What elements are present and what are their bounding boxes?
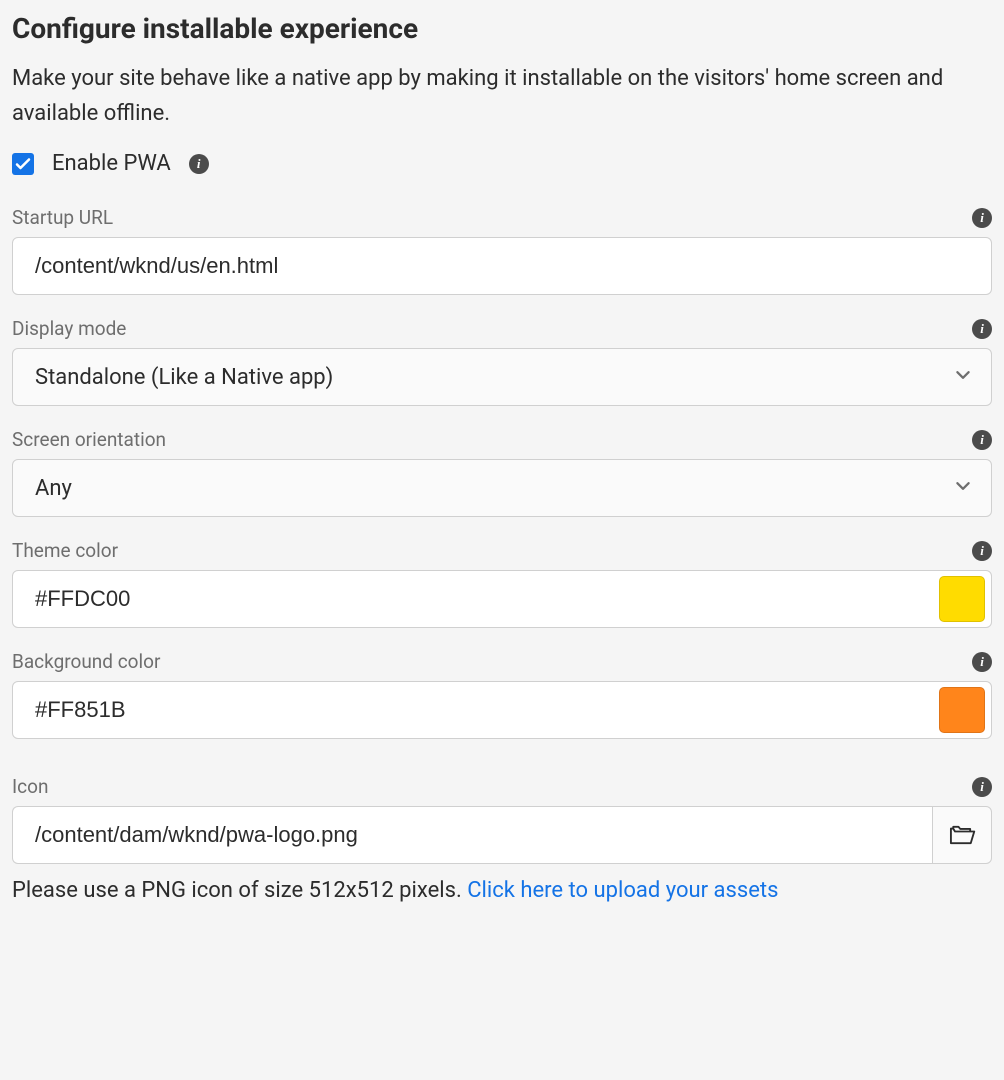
theme-color-swatch[interactable] <box>939 576 985 622</box>
icon-path-input[interactable] <box>12 806 932 864</box>
check-icon <box>15 156 31 172</box>
info-icon[interactable]: i <box>972 319 992 339</box>
screen-orientation-select[interactable]: Any <box>12 459 992 517</box>
background-color-swatch[interactable] <box>939 687 985 733</box>
background-color-field: Background color i <box>12 650 992 739</box>
display-mode-label: Display mode <box>12 317 126 340</box>
background-color-label: Background color <box>12 650 160 673</box>
icon-hint: Please use a PNG icon of size 512x512 pi… <box>12 878 992 903</box>
display-mode-select[interactable]: Standalone (Like a Native app) <box>12 348 992 406</box>
startup-url-label: Startup URL <box>12 206 113 229</box>
info-icon[interactable]: i <box>972 208 992 228</box>
icon-label: Icon <box>12 775 48 798</box>
screen-orientation-field: Screen orientation i Any <box>12 428 992 517</box>
theme-color-input[interactable] <box>35 586 939 612</box>
theme-color-label: Theme color <box>12 539 118 562</box>
icon-field: Icon i Please use a PNG icon of size 512… <box>12 775 992 903</box>
background-color-input[interactable] <box>35 697 939 723</box>
info-icon[interactable]: i <box>189 154 209 174</box>
enable-pwa-label: Enable PWA <box>52 151 171 176</box>
theme-color-field: Theme color i <box>12 539 992 628</box>
startup-url-field: Startup URL i <box>12 206 992 295</box>
display-mode-field: Display mode i Standalone (Like a Native… <box>12 317 992 406</box>
enable-pwa-row: Enable PWA i <box>12 151 992 176</box>
enable-pwa-checkbox[interactable] <box>12 153 34 175</box>
page-title: Configure installable experience <box>12 12 992 45</box>
info-icon[interactable]: i <box>972 777 992 797</box>
page-description: Make your site behave like a native app … <box>12 61 992 131</box>
screen-orientation-label: Screen orientation <box>12 428 166 451</box>
info-icon[interactable]: i <box>972 541 992 561</box>
icon-hint-prefix: Please use a PNG icon of size 512x512 pi… <box>12 878 467 903</box>
browse-button[interactable] <box>932 806 992 864</box>
startup-url-input[interactable] <box>12 237 992 295</box>
folder-open-icon <box>948 821 976 849</box>
info-icon[interactable]: i <box>972 652 992 672</box>
upload-assets-link[interactable]: Click here to upload your assets <box>467 878 778 903</box>
info-icon[interactable]: i <box>972 430 992 450</box>
